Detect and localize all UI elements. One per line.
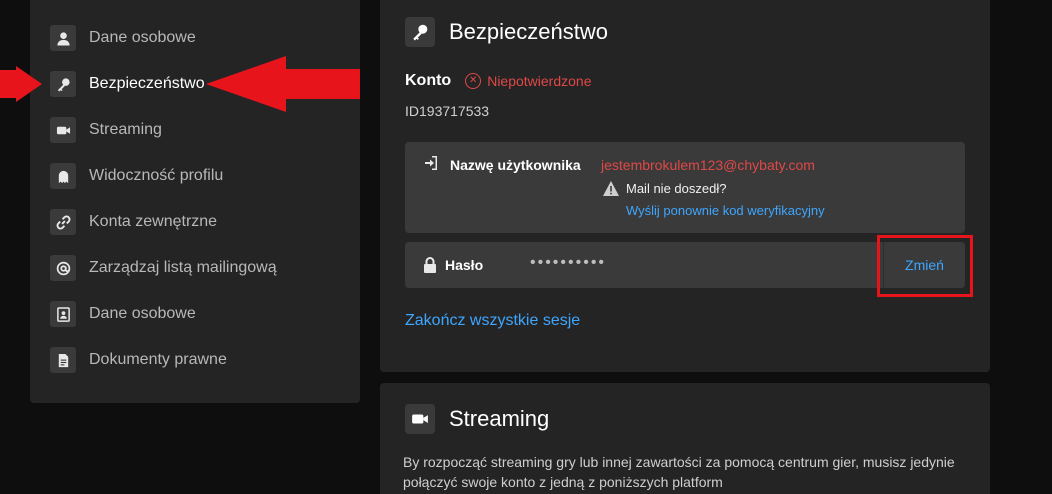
sidebar-item-label: Dokumenty prawne — [89, 351, 227, 368]
sidebar-item-security[interactable]: Bezpieczeństwo — [50, 69, 205, 99]
sidebar-item-personal-data[interactable]: Dane osobowe — [50, 23, 196, 53]
status-badge: Niepotwierdzone — [487, 73, 592, 89]
sidebar-item-external-accounts[interactable]: Konta zewnętrzne — [50, 207, 217, 237]
contact-card-icon — [50, 301, 76, 327]
link-icon — [50, 209, 76, 235]
lock-icon — [423, 257, 437, 278]
account-label: Konto — [405, 72, 452, 89]
sidebar-item-label: Konta zewnętrzne — [89, 213, 218, 230]
document-icon — [50, 347, 76, 373]
password-label: Hasło — [445, 257, 484, 273]
resend-verification-link[interactable]: Wyślij ponownie kod weryfikacyjny — [626, 203, 825, 218]
email-value: jestembrokulem123@chybaty.com — [601, 157, 815, 173]
username-box: Nazwę użytkownika jestembrokulem123@chyb… — [405, 142, 965, 233]
close-circle-icon: ✕ — [465, 73, 482, 89]
sidebar-item-legal-documents[interactable]: Dokumenty prawne — [50, 345, 227, 375]
annotation-arrow-right — [206, 56, 360, 112]
sidebar-item-personal-data-2[interactable]: Dane osobowe — [50, 299, 196, 329]
end-all-sessions-link[interactable]: Zakończ wszystkie sesje — [405, 312, 580, 330]
streaming-panel: Streaming By rozpocząć streaming gry lub… — [380, 383, 990, 494]
sidebar-item-label: Zarządzaj listą mailingową — [89, 259, 277, 276]
sidebar-item-label: Widoczność profilu — [89, 167, 224, 184]
account-row: Konto ✕ Niepotwierdzone — [405, 72, 592, 90]
sidebar-item-profile-visibility[interactable]: Widoczność profilu — [50, 161, 223, 191]
page-title: Bezpieczeństwo — [449, 19, 608, 44]
security-panel: Bezpieczeństwo Konto ✕ Niepotwierdzone I… — [380, 0, 990, 372]
password-mask: •••••••••• — [530, 254, 607, 271]
key-icon — [50, 71, 76, 97]
key-icon — [405, 17, 435, 47]
sidebar-item-label: Bezpieczeństwo — [89, 75, 205, 92]
annotation-arrow-left — [0, 66, 42, 102]
sidebar-item-label: Dane osobowe — [89, 305, 196, 322]
login-icon — [423, 155, 439, 176]
sidebar-item-label: Dane osobowe — [89, 29, 196, 46]
at-sign-icon — [50, 255, 76, 281]
warning-icon — [603, 181, 619, 201]
annotation-highlight-box — [877, 235, 973, 297]
video-camera-icon — [405, 404, 435, 434]
username-label: Nazwę użytkownika — [450, 157, 581, 173]
mail-warning-text: Mail nie doszedł? — [626, 181, 727, 196]
ghost-icon — [50, 163, 76, 189]
person-icon — [50, 25, 76, 51]
sidebar-item-mailing-list[interactable]: Zarządzaj listą mailingową — [50, 253, 277, 283]
streaming-title: Streaming — [449, 406, 550, 431]
streaming-description: By rozpocząć streaming gry lub innej zaw… — [403, 454, 955, 490]
account-id: ID193717533 — [405, 103, 490, 119]
streaming-header: Streaming — [405, 404, 549, 434]
sidebar-item-label: Streaming — [89, 121, 162, 138]
video-camera-icon — [50, 117, 76, 143]
security-header: Bezpieczeństwo — [405, 17, 608, 47]
sidebar-item-streaming[interactable]: Streaming — [50, 115, 162, 145]
